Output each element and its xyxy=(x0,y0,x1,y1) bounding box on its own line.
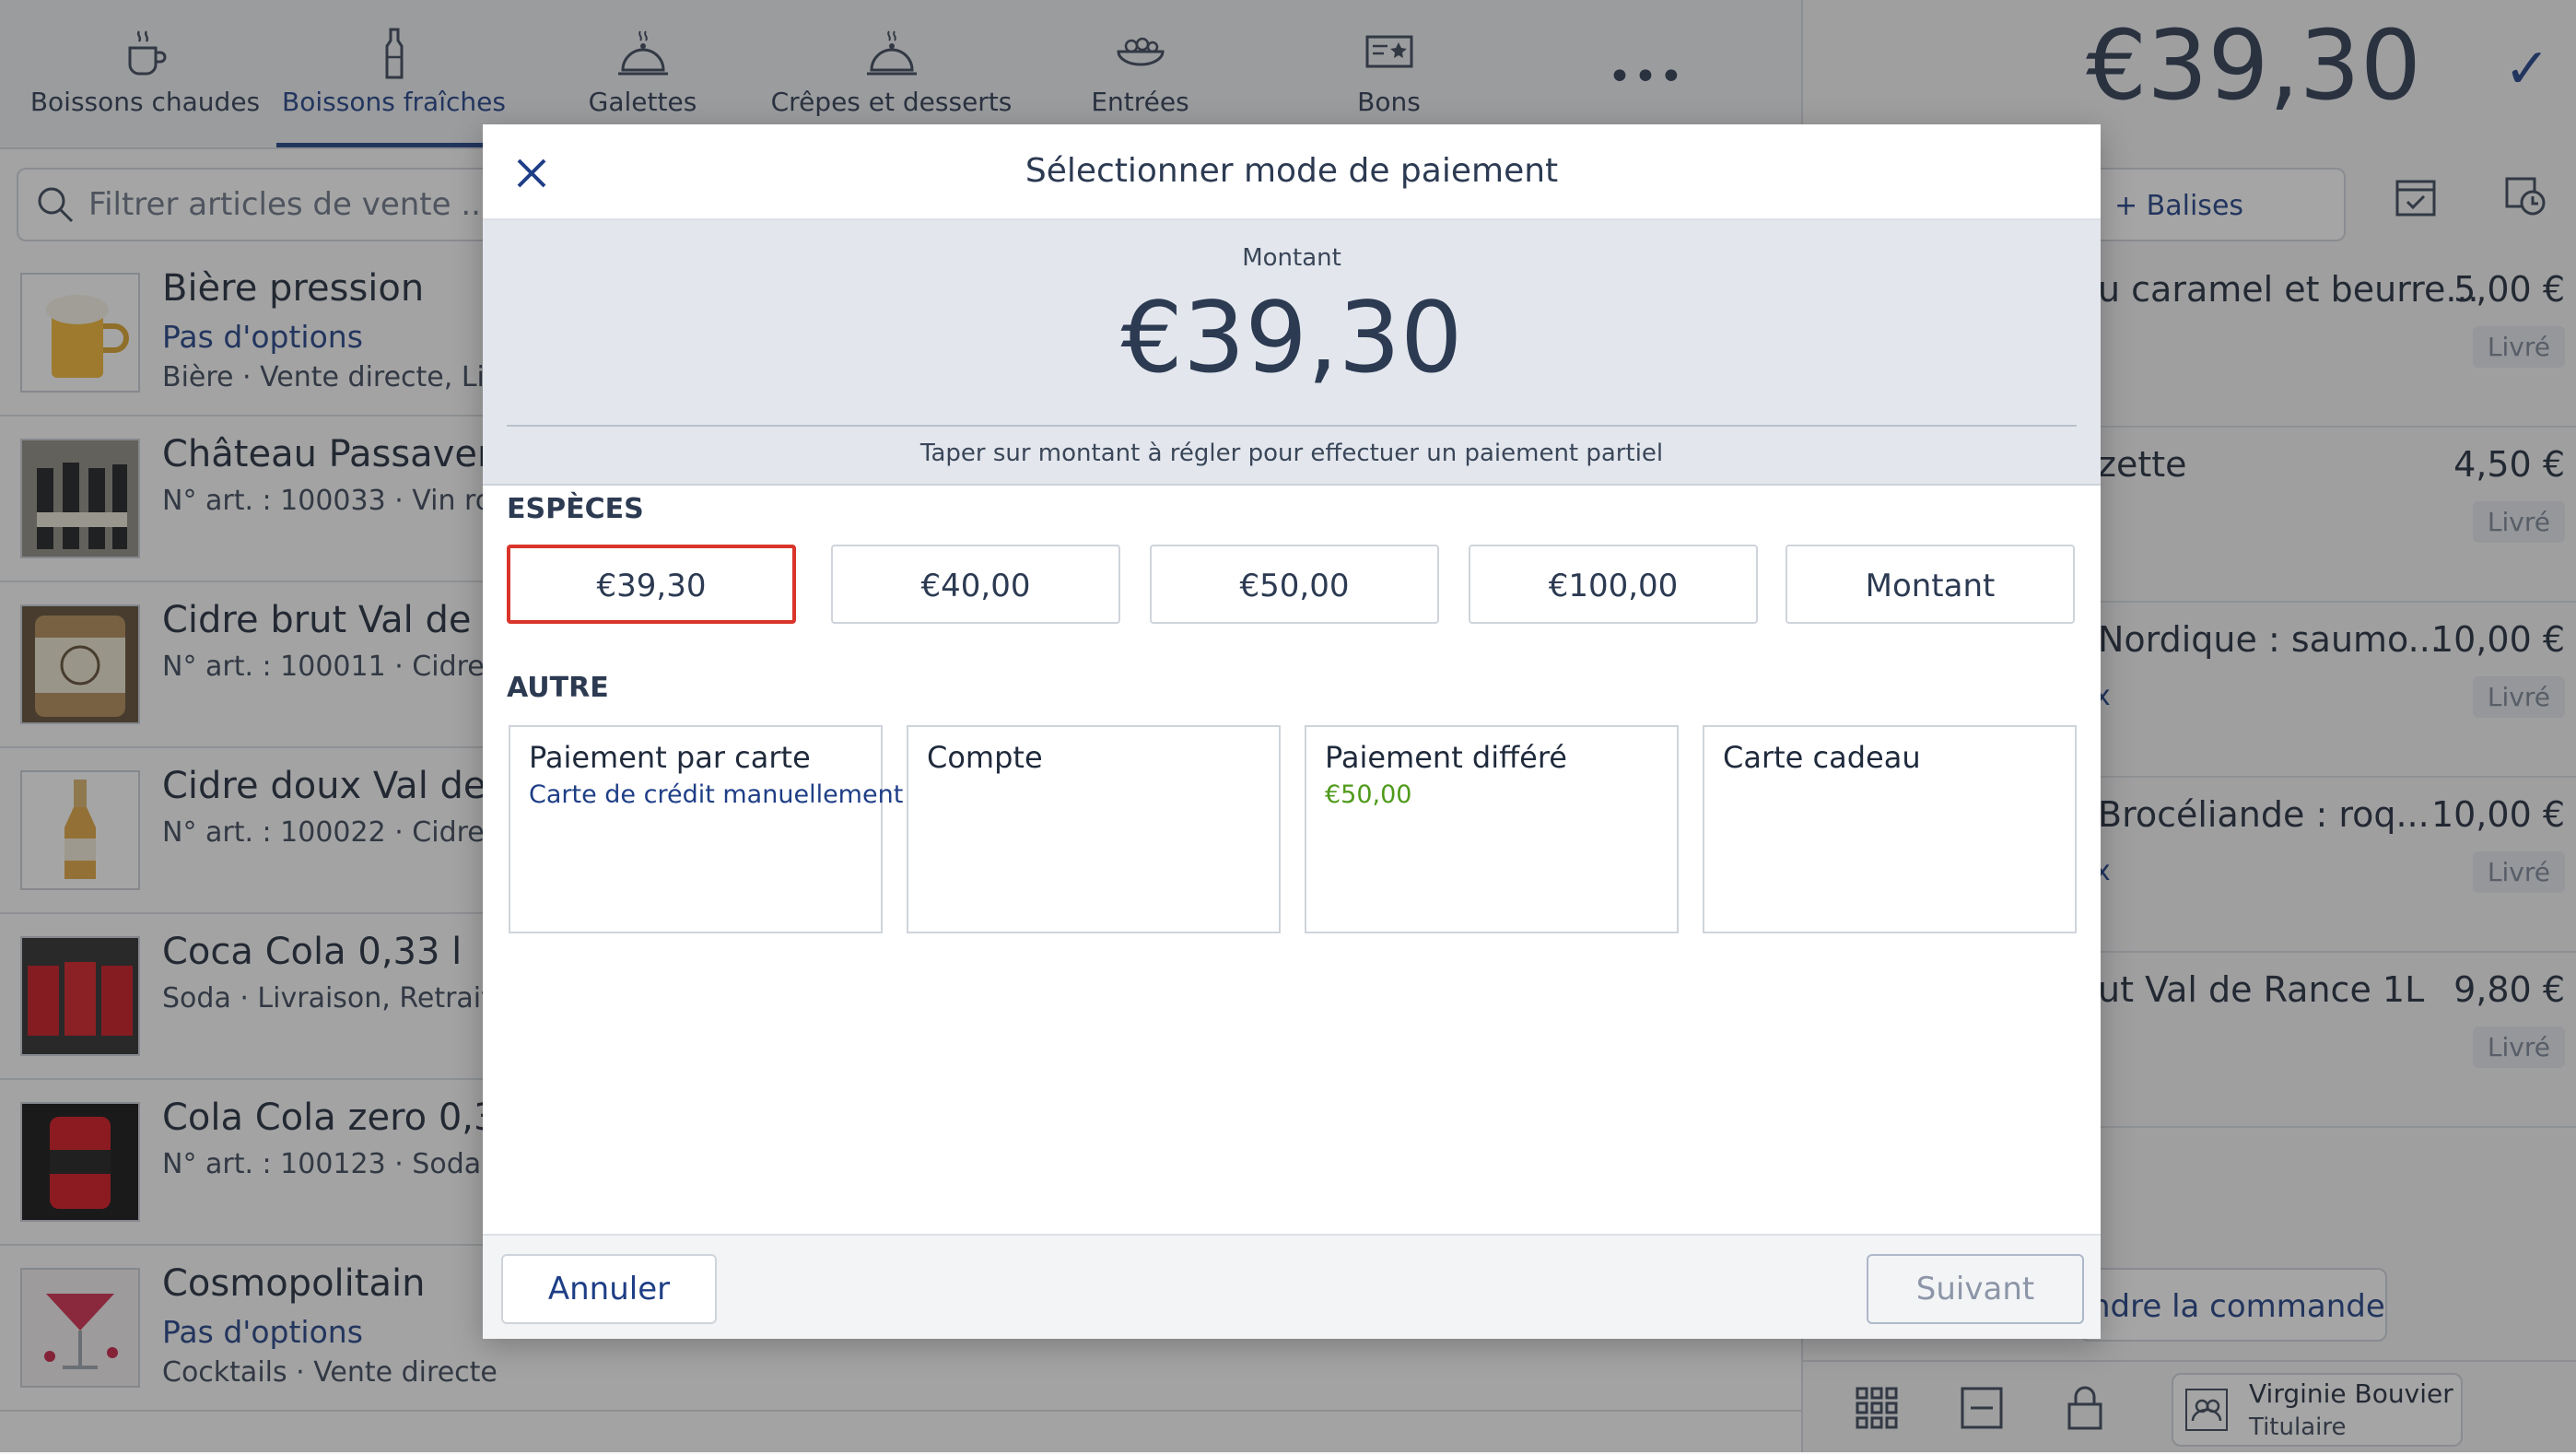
dialog-title: Sélectionner mode de paiement xyxy=(1025,152,1559,190)
gift-card-option[interactable]: Carte cadeau xyxy=(1703,725,2077,933)
cash-option-button[interactable]: €50,00 xyxy=(1150,545,1439,624)
dialog-header: Sélectionner mode de paiement xyxy=(483,124,2101,220)
cash-option-button[interactable]: €40,00 xyxy=(831,545,1120,624)
divider xyxy=(507,425,2077,427)
next-button[interactable]: Suivant xyxy=(1867,1254,2084,1324)
cash-custom-amount-button[interactable]: Montant xyxy=(1786,545,2075,624)
amount-hint: Taper sur montant à régler pour effectue… xyxy=(919,440,1664,467)
amount-value[interactable]: €39,30 xyxy=(483,281,2101,394)
deferred-payment-option[interactable]: Paiement différé €50,00 xyxy=(1305,725,1679,933)
payment-dialog: Sélectionner mode de paiement Montant €3… xyxy=(483,124,2101,1339)
amount-panel: Montant €39,30 Taper sur montant à régle… xyxy=(483,220,2101,486)
cash-option-button[interactable]: €39,30 xyxy=(507,545,796,624)
other-section-label: AUTRE xyxy=(507,672,609,704)
cash-option-button[interactable]: €100,00 xyxy=(1469,545,1758,624)
dialog-footer: Annuler Suivant xyxy=(483,1234,2101,1339)
cancel-button[interactable]: Annuler xyxy=(501,1254,717,1324)
amount-label: Montant xyxy=(1242,244,1341,272)
cash-section-label: ESPÈCES xyxy=(507,493,644,525)
account-payment-option[interactable]: Compte xyxy=(907,725,1281,933)
card-payment-option[interactable]: Paiement par carte Carte de crédit manue… xyxy=(509,725,903,933)
